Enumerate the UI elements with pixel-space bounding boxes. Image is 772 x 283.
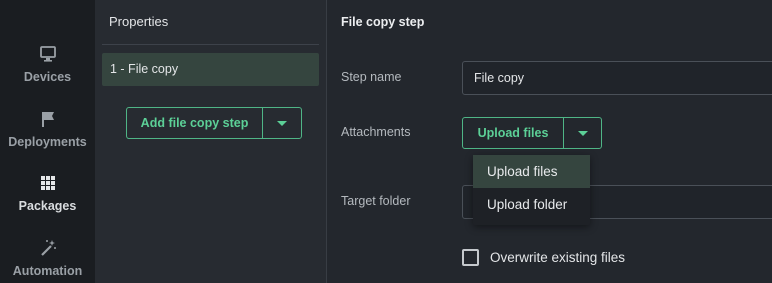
nav-item-deployments[interactable]: Deployments bbox=[0, 103, 95, 163]
nav-item-label: Packages bbox=[18, 199, 77, 213]
caret-down-icon bbox=[277, 120, 287, 126]
nav-item-label: Automation bbox=[12, 264, 83, 278]
caret-down-icon bbox=[577, 130, 588, 136]
overwrite-option[interactable]: Overwrite existing files bbox=[462, 249, 625, 266]
nav-item-automation[interactable]: Automation bbox=[0, 232, 95, 283]
properties-title: Properties bbox=[109, 14, 169, 29]
flag-icon bbox=[38, 109, 58, 129]
target-folder-label: Target folder bbox=[341, 194, 411, 208]
magic-wand-icon bbox=[38, 238, 58, 258]
step-name-label: Step name bbox=[341, 70, 402, 84]
nav-item-devices[interactable]: Devices bbox=[0, 38, 95, 98]
overwrite-label: Overwrite existing files bbox=[490, 250, 626, 265]
add-step-dropdown-toggle[interactable] bbox=[263, 108, 301, 138]
monitor-icon bbox=[38, 44, 58, 64]
menu-item-upload-folder[interactable]: Upload folder bbox=[473, 188, 590, 221]
nav-item-packages[interactable]: Packages bbox=[0, 167, 95, 227]
nav-item-label: Devices bbox=[23, 70, 72, 84]
upload-dropdown-menu: Upload files Upload folder bbox=[473, 155, 590, 225]
attachments-label: Attachments bbox=[341, 125, 411, 139]
step-list-item[interactable]: 1 - File copy bbox=[102, 53, 319, 86]
add-file-copy-step-button[interactable]: Add file copy step bbox=[127, 108, 263, 138]
section-title: File copy step bbox=[341, 15, 425, 29]
divider bbox=[102, 44, 319, 45]
step-name-input[interactable] bbox=[462, 61, 772, 95]
side-navigation: Devices Deployments Packages Automation bbox=[0, 0, 95, 283]
overwrite-checkbox[interactable] bbox=[462, 249, 479, 266]
nav-item-label: Deployments bbox=[8, 135, 87, 149]
upload-split-button: Upload files bbox=[462, 117, 602, 149]
file-copy-step-panel: File copy step Step name Attachments Upl… bbox=[327, 0, 772, 283]
menu-item-upload-files[interactable]: Upload files bbox=[473, 155, 590, 188]
add-step-split-button: Add file copy step bbox=[126, 107, 302, 139]
upload-files-button[interactable]: Upload files bbox=[463, 118, 564, 148]
upload-dropdown-toggle[interactable] bbox=[564, 118, 601, 148]
properties-panel: Properties 1 - File copy Add file copy s… bbox=[95, 0, 327, 283]
grid-icon bbox=[38, 173, 58, 193]
